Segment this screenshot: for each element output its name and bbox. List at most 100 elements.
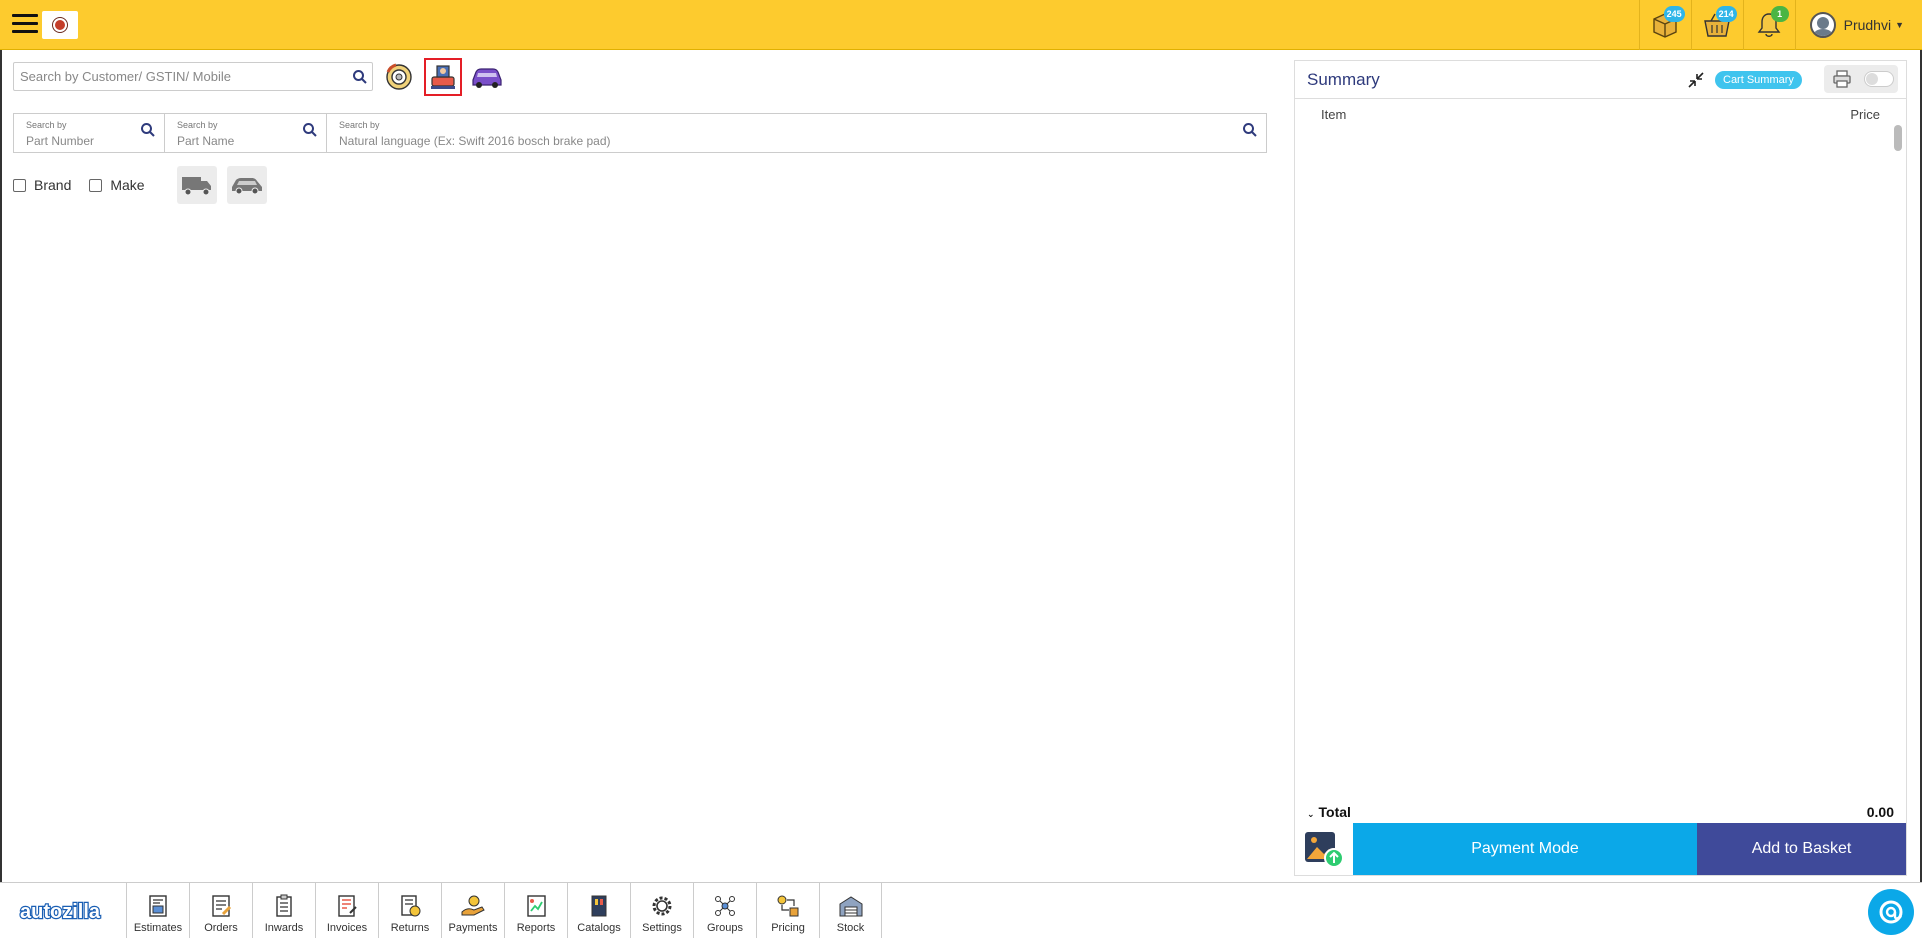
avatar (1809, 12, 1836, 38)
nav-stock-label: Stock (836, 922, 865, 934)
catalogs-icon (586, 893, 612, 919)
menu-icon[interactable] (12, 14, 38, 34)
nav-inwards[interactable]: Inwards (252, 883, 315, 938)
print-toggle[interactable] (1864, 71, 1894, 87)
nav-orders[interactable]: Orders (189, 883, 252, 938)
payments-icon (460, 893, 486, 919)
packages-badge: 245 (1663, 6, 1685, 22)
pricing-icon (775, 893, 801, 919)
nav-pricing-label: Pricing (771, 922, 805, 934)
nav-invoices[interactable]: Invoices (315, 883, 378, 938)
part-name-input[interactable]: Part Name (177, 134, 234, 148)
vehicle-mode-button[interactable] (468, 58, 506, 96)
summary-footer: Payment Mode Add to Basket (1295, 823, 1906, 875)
nav-returns-label: Returns (390, 922, 430, 934)
printer-icon[interactable] (1832, 69, 1852, 89)
bottom-nav-bar: autozilla Estimates Orders Inwards Invoi… (0, 882, 1922, 938)
mechanic-icon (431, 65, 455, 89)
nav-payments[interactable]: Payments (441, 883, 504, 938)
total-row[interactable]: ⌄ Total 0.00 (1307, 802, 1894, 822)
inwards-icon (271, 893, 297, 919)
part-number-input[interactable]: Part Number (26, 134, 94, 148)
commercial-vehicle-button[interactable] (176, 166, 217, 204)
garage-mode-button[interactable] (424, 58, 462, 96)
natural-language-search[interactable]: Search by Natural language (Ex: Swift 20… (327, 114, 1266, 152)
total-value: 0.00 (1866, 804, 1894, 820)
nav-estimates-label: Estimates (133, 922, 183, 934)
help-chat-button[interactable] (1868, 889, 1914, 935)
warehouse-icon (838, 893, 864, 919)
summary-title: Summary (1307, 70, 1380, 89)
top-right-actions: 245 214 1 Prudhvi ▼ (1638, 0, 1922, 50)
nav-catalogs[interactable]: Catalogs (567, 883, 630, 938)
nav-invoices-label: Invoices (326, 922, 368, 934)
car-icon (472, 68, 502, 88)
returns-icon (397, 893, 423, 919)
basket-badge: 214 (1715, 6, 1737, 22)
brake-disc-icon (386, 63, 412, 90)
add-to-basket-button[interactable]: Add to Basket (1697, 823, 1906, 875)
svg-text:autozilla: autozilla (20, 901, 101, 923)
notifications-badge: 1 (1770, 6, 1789, 22)
make-checkbox[interactable] (89, 178, 103, 192)
chat-icon (1879, 900, 1903, 924)
part-search-bar: Search by Part Number Search by Part Nam… (13, 113, 1267, 153)
reports-icon (523, 893, 549, 919)
module-nav: Estimates Orders Inwards Invoices Return… (126, 883, 882, 938)
natural-language-input[interactable]: Natural language (Ex: Swift 2016 bosch b… (339, 134, 611, 148)
search-mode-icons (380, 58, 506, 96)
brand-checkbox[interactable] (13, 178, 26, 192)
part-number-label: Search by (26, 120, 67, 130)
nav-returns[interactable]: Returns (378, 883, 441, 938)
estimates-icon (145, 893, 171, 919)
gear-icon (649, 893, 675, 919)
customer-search-input[interactable] (14, 69, 348, 84)
packages-button[interactable]: 245 (1638, 0, 1691, 50)
nav-inwards-label: Inwards (264, 922, 304, 934)
user-menu[interactable]: Prudhvi ▼ (1794, 0, 1922, 50)
customer-search-box (13, 62, 373, 91)
summary-panel: Summary Cart Summary Item Price ⌄ Total 0… (1294, 60, 1907, 876)
passenger-vehicle-button[interactable] (226, 166, 267, 204)
nav-orders-label: Orders (204, 922, 238, 934)
nav-pricing[interactable]: Pricing (756, 883, 819, 938)
payment-mode-button[interactable]: Payment Mode (1353, 823, 1697, 875)
notifications-button[interactable]: 1 (1742, 0, 1795, 50)
nav-catalogs-label: Catalogs (577, 922, 621, 934)
groups-icon (712, 893, 738, 919)
basket-button[interactable]: 214 (1690, 0, 1743, 50)
cart-summary-button[interactable]: Cart Summary (1715, 71, 1802, 89)
collapse-icon[interactable] (1685, 69, 1707, 91)
brand-label: Brand (34, 177, 72, 193)
nav-settings[interactable]: Settings (630, 883, 693, 938)
user-name: Prudhvi (1843, 17, 1892, 33)
part-number-search[interactable]: Search by Part Number (14, 114, 165, 152)
autozilla-logo[interactable]: autozilla (18, 897, 104, 925)
chevron-down-icon: ⌄ (1307, 809, 1315, 819)
chevron-down-icon: ▼ (1895, 20, 1904, 30)
search-icon[interactable] (302, 122, 318, 143)
nav-groups-label: Groups (706, 922, 744, 934)
nav-stock[interactable]: Stock (819, 883, 882, 938)
image-upload-icon (1305, 832, 1344, 868)
nav-estimates[interactable]: Estimates (126, 883, 189, 938)
invoices-icon (334, 893, 360, 919)
nav-reports[interactable]: Reports (504, 883, 567, 938)
search-icon[interactable] (140, 122, 156, 143)
item-column-header: Item (1321, 107, 1347, 122)
parts-mode-button[interactable] (380, 58, 418, 96)
price-column-header: Price (1850, 107, 1880, 122)
nav-settings-label: Settings (642, 922, 682, 934)
orders-icon (208, 893, 234, 919)
search-icon[interactable] (1242, 122, 1258, 143)
search-icon[interactable] (348, 65, 372, 89)
car-icon (231, 178, 262, 195)
store-logo[interactable] (42, 11, 78, 39)
truck-icon (181, 177, 211, 196)
nav-groups[interactable]: Groups (693, 883, 756, 938)
total-toggle[interactable]: ⌄ Total (1307, 804, 1351, 820)
image-upload-button[interactable] (1295, 823, 1353, 875)
summary-scrollbar[interactable] (1894, 125, 1902, 151)
summary-header: Summary Cart Summary (1295, 61, 1906, 99)
part-name-search[interactable]: Search by Part Name (165, 114, 327, 152)
